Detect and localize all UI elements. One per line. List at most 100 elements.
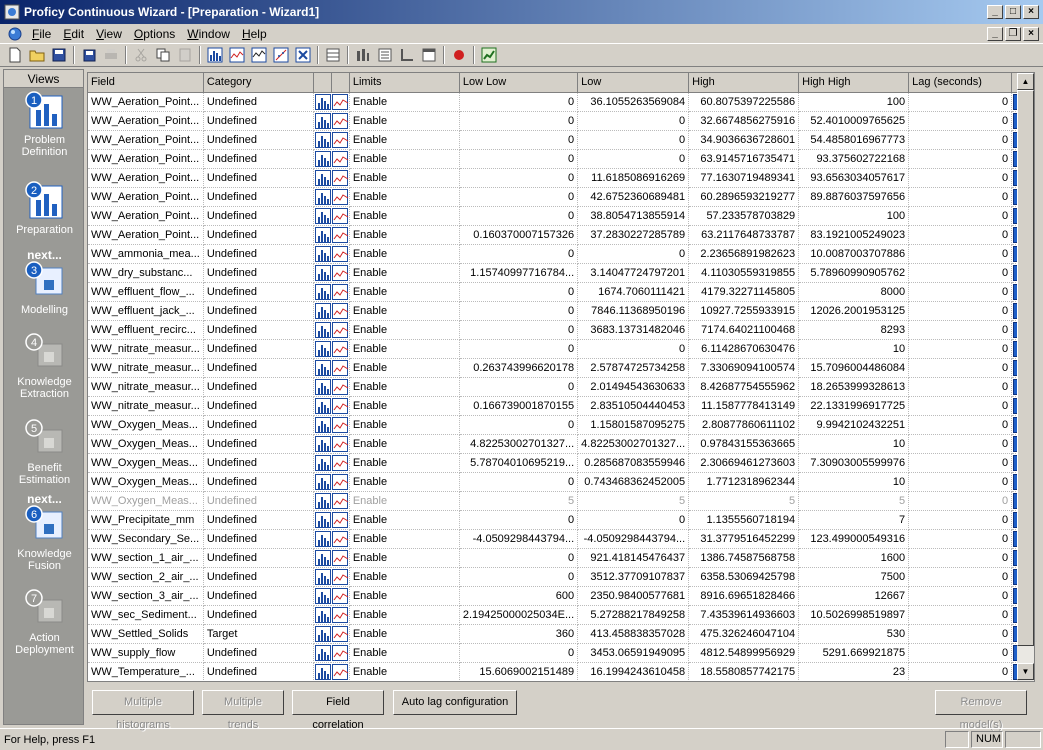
cell-lag[interactable]: 0 bbox=[908, 358, 1013, 378]
cell-high[interactable]: 31.3779516452299 bbox=[688, 529, 800, 549]
histogram-icon[interactable] bbox=[314, 246, 331, 262]
trend-icon[interactable] bbox=[332, 455, 349, 471]
cell-high-high[interactable]: 5291.669921875 bbox=[798, 643, 910, 663]
histogram-icon[interactable] bbox=[204, 45, 226, 65]
cell-high[interactable]: 7.33069094100574 bbox=[688, 358, 800, 378]
histogram-icon[interactable] bbox=[314, 94, 331, 110]
cell-field[interactable]: WW_Aeration_Point... bbox=[88, 187, 204, 207]
mdi-minimize-button[interactable]: _ bbox=[987, 26, 1003, 41]
cell-category[interactable]: Undefined bbox=[203, 643, 314, 663]
cell-high[interactable]: 77.1630719489341 bbox=[688, 168, 800, 188]
remove-models-button[interactable]: Remove model(s) bbox=[935, 690, 1027, 731]
cell-limits[interactable]: Enable bbox=[349, 301, 460, 321]
cell-low[interactable]: 3.14047724797201 bbox=[577, 263, 690, 283]
cell-category[interactable]: Undefined bbox=[203, 377, 314, 397]
cell-limits[interactable]: Enable bbox=[349, 529, 460, 549]
table-row[interactable]: WW_Aeration_Point... Undefined Enable 0.160… bbox=[88, 225, 1031, 245]
multi-trend-icon[interactable] bbox=[248, 45, 270, 65]
cell-high-high[interactable]: 100 bbox=[798, 92, 910, 112]
cell-low[interactable]: -4.0509298443794... bbox=[577, 529, 690, 549]
scroll-thumb[interactable] bbox=[1017, 90, 1034, 646]
cell-low[interactable]: 921.418145476437 bbox=[577, 548, 690, 568]
cell-high[interactable]: 1386.74587568758 bbox=[688, 548, 800, 568]
cell-high[interactable]: 60.2896593219277 bbox=[688, 187, 800, 207]
cell-lag[interactable]: 0 bbox=[908, 320, 1013, 340]
cell-high-high[interactable]: 18.2653999328613 bbox=[798, 377, 910, 397]
cell-high-high[interactable]: 10 bbox=[798, 339, 910, 359]
multiple-trends-button[interactable]: Multiple trends bbox=[202, 690, 284, 731]
cell-lag[interactable]: 0 bbox=[908, 510, 1013, 530]
histogram-icon[interactable] bbox=[314, 493, 331, 509]
cell-limits[interactable]: Enable bbox=[349, 282, 460, 302]
cell-lag[interactable]: 0 bbox=[908, 149, 1013, 169]
histogram-icon[interactable] bbox=[314, 341, 331, 357]
cell-high[interactable]: 7.43539614936603 bbox=[688, 605, 800, 625]
histogram-icon[interactable] bbox=[314, 645, 331, 661]
menu-item-view[interactable]: View bbox=[90, 27, 128, 41]
trend-icon[interactable] bbox=[332, 531, 349, 547]
cell-field[interactable]: WW_nitrate_measur... bbox=[88, 339, 204, 359]
cell-low[interactable]: 3453.06591949095 bbox=[577, 643, 690, 663]
cell-high-high[interactable]: 12667 bbox=[798, 586, 910, 606]
cell-limits[interactable]: Enable bbox=[349, 624, 460, 644]
cell-lag[interactable]: 0 bbox=[908, 624, 1013, 644]
histogram-icon[interactable] bbox=[314, 607, 331, 623]
new-icon[interactable] bbox=[4, 45, 26, 65]
cell-low-low[interactable]: 0 bbox=[459, 244, 579, 264]
cell-category[interactable]: Undefined bbox=[203, 168, 314, 188]
cell-lag[interactable]: 0 bbox=[908, 662, 1013, 681]
cell-limits[interactable]: Enable bbox=[349, 491, 460, 511]
cell-low-low[interactable]: 0 bbox=[459, 206, 579, 226]
cell-low-low[interactable]: 0 bbox=[459, 149, 579, 169]
table-row[interactable]: WW_supply_flow Undefined Enable 0 3453.06591… bbox=[88, 643, 1031, 663]
copy-icon[interactable] bbox=[152, 45, 174, 65]
histogram-icon[interactable] bbox=[314, 322, 331, 338]
table-row[interactable]: WW_nitrate_measur... Undefined Enable 0 2.01… bbox=[88, 377, 1031, 397]
view-step-7[interactable]: 7 Action Deployment bbox=[4, 588, 85, 656]
cell-limits[interactable]: Enable bbox=[349, 567, 460, 587]
table-row[interactable]: WW_Secondary_Se... Undefined Enable -4.0509… bbox=[88, 529, 1031, 549]
column-header[interactable]: Field bbox=[88, 73, 204, 93]
table-row[interactable]: WW_Oxygen_Meas...UndefinedEnable55550σ bbox=[88, 491, 1031, 511]
cell-category[interactable]: Undefined bbox=[203, 130, 314, 150]
column-header[interactable]: High bbox=[688, 73, 800, 93]
histogram-icon[interactable] bbox=[314, 455, 331, 471]
cell-field[interactable]: WW_ammonia_mea... bbox=[88, 244, 204, 264]
cell-lag[interactable]: 0 bbox=[908, 130, 1013, 150]
histogram-icon[interactable] bbox=[314, 265, 331, 281]
cell-category[interactable]: Undefined bbox=[203, 263, 314, 283]
table-row[interactable]: WW_Temperature_... Undefined Enable 15.6069… bbox=[88, 662, 1031, 681]
cell-limits[interactable]: Enable bbox=[349, 92, 460, 112]
cell-low[interactable]: 36.1055263569084 bbox=[577, 92, 690, 112]
trend-icon[interactable] bbox=[332, 246, 349, 262]
cell-high[interactable]: 63.2117648733787 bbox=[688, 225, 800, 245]
histogram-icon[interactable] bbox=[314, 626, 331, 642]
table-icon[interactable] bbox=[322, 45, 344, 65]
trend-icon[interactable] bbox=[332, 170, 349, 186]
cell-field[interactable]: WW_Settled_Solids bbox=[88, 624, 204, 644]
cell-low-low[interactable]: 600 bbox=[459, 586, 579, 606]
cell-high[interactable]: 7174.64021100468 bbox=[688, 320, 800, 340]
cell-field[interactable]: WW_section_3_air_... bbox=[88, 586, 204, 606]
trend-icon[interactable] bbox=[332, 645, 349, 661]
cell-limits[interactable]: Enable bbox=[349, 320, 460, 340]
cell-category[interactable]: Undefined bbox=[203, 149, 314, 169]
scroll-down-arrow[interactable]: ▼ bbox=[1017, 663, 1034, 680]
cell-low-low[interactable]: 0 bbox=[459, 111, 579, 131]
filter-icon[interactable] bbox=[374, 45, 396, 65]
table-row[interactable]: WW_nitrate_measur... Undefined Enable 0 0 6.1… bbox=[88, 339, 1031, 359]
cell-low-low[interactable]: 0 bbox=[459, 510, 579, 530]
table-row[interactable]: WW_section_1_air_... Undefined Enable 0 921.… bbox=[88, 548, 1031, 568]
cell-high-high[interactable]: 1600 bbox=[798, 548, 910, 568]
cell-category[interactable]: Undefined bbox=[203, 111, 314, 131]
table-row[interactable]: WW_dry_substanc... Undefined Enable 1.15740… bbox=[88, 263, 1031, 283]
cell-limits[interactable]: Enable bbox=[349, 548, 460, 568]
column-header[interactable]: Low bbox=[577, 73, 690, 93]
column-header[interactable]: Limits bbox=[349, 73, 460, 93]
cell-category[interactable]: Undefined bbox=[203, 320, 314, 340]
view-step-6[interactable]: next... 6 Knowledge Fusion bbox=[4, 492, 85, 572]
cell-low-low[interactable]: 0 bbox=[459, 282, 579, 302]
view-step-4[interactable]: 4 Knowledge Extraction bbox=[4, 332, 85, 400]
cell-high[interactable]: 2.23656891982623 bbox=[688, 244, 800, 264]
cell-high-high[interactable]: 100 bbox=[798, 206, 910, 226]
